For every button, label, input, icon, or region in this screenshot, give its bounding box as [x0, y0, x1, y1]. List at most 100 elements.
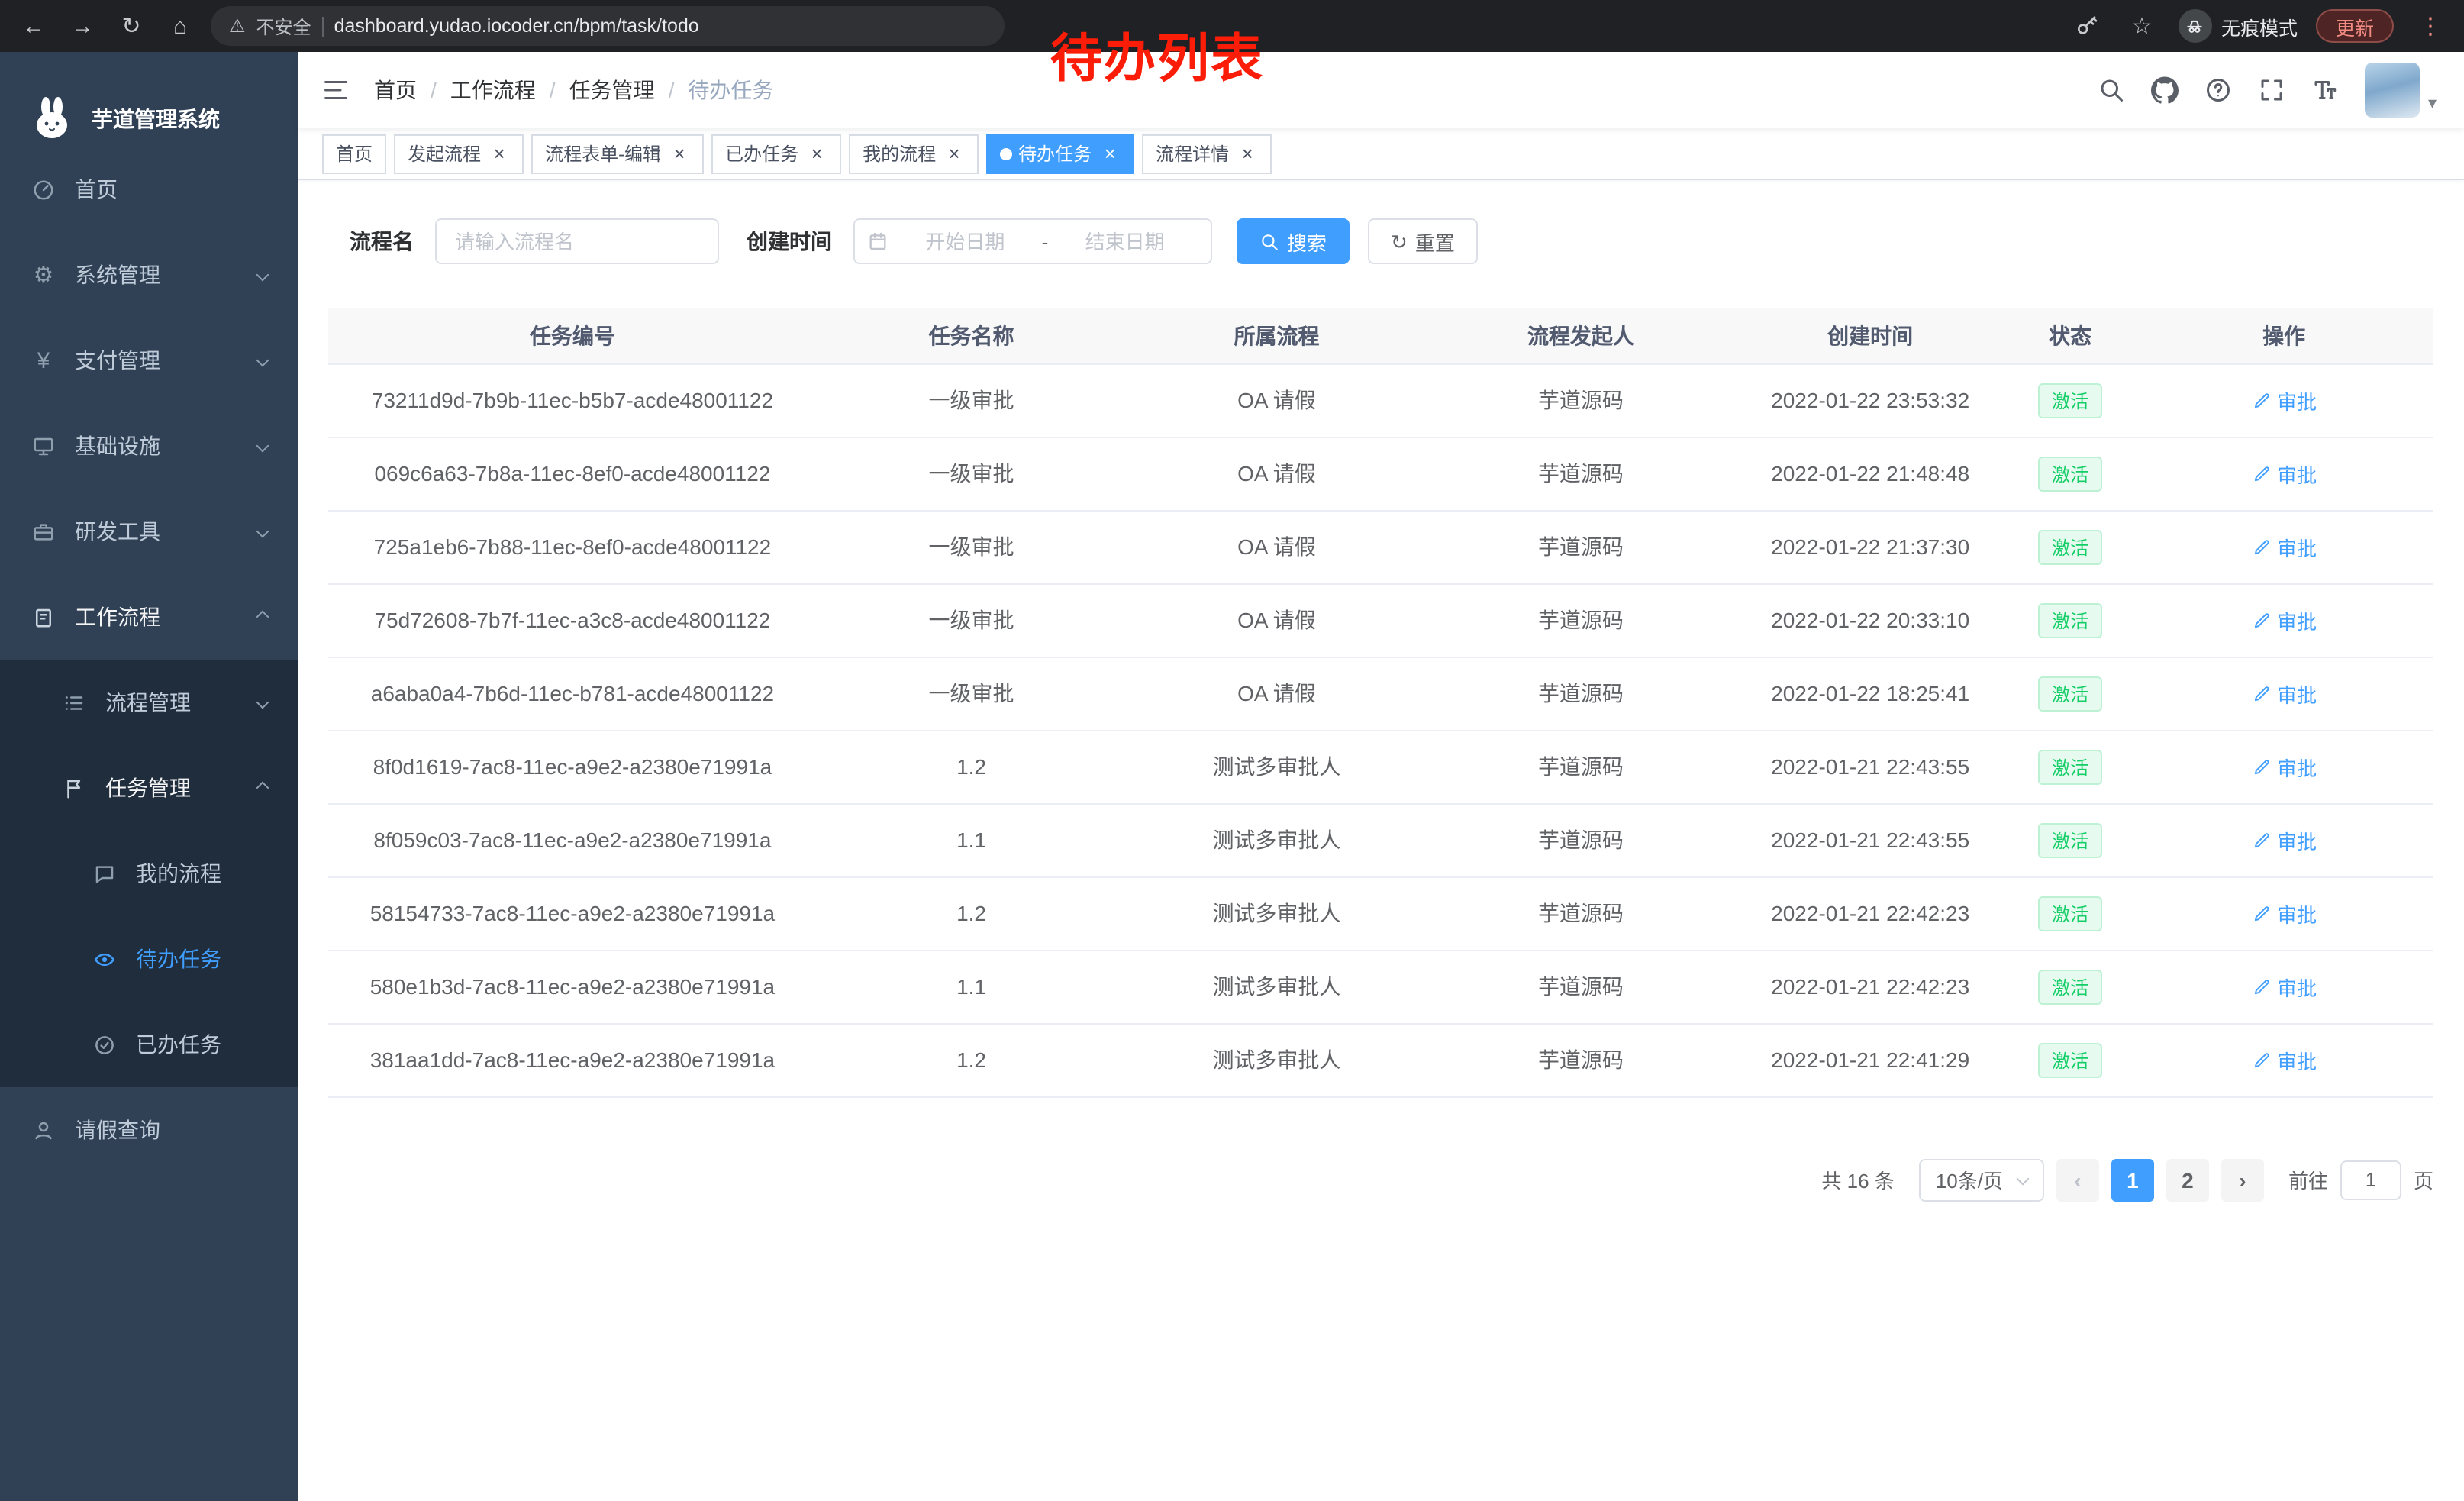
cell-process: 测试多审批人 — [1126, 803, 1427, 876]
close-icon[interactable]: × — [1237, 143, 1258, 164]
search-icon[interactable] — [2098, 76, 2126, 104]
sidebar-item[interactable]: 请假查询 — [0, 1087, 298, 1173]
cell-task-name: 1.1 — [817, 803, 1126, 876]
status-badge: 激活 — [2038, 456, 2102, 491]
gear-icon: ⚙ — [31, 263, 56, 286]
sidebar-item[interactable]: 我的流程 — [0, 831, 298, 916]
search-icon — [1259, 231, 1279, 251]
sidebar-item[interactable]: 基础设施 — [0, 403, 298, 489]
avatar[interactable] — [2366, 63, 2420, 118]
process-name-input[interactable] — [435, 218, 719, 264]
start-date-input[interactable] — [892, 230, 1039, 253]
cell-task-id: a6aba0a4-7b6d-11ec-b781-acde48001122 — [328, 657, 817, 730]
app-logo[interactable]: 芋道管理系统 — [0, 52, 298, 147]
next-page-button[interactable]: › — [2221, 1158, 2264, 1201]
browser-nav: ← → ↻ ⌂ — [15, 8, 198, 44]
status-badge: 激活 — [2038, 1042, 2102, 1077]
cell-created: 2022-01-21 22:42:23 — [1734, 950, 2006, 1023]
edit-icon — [2251, 830, 2271, 850]
url-text: dashboard.yudao.iocoder.cn/bpm/task/todo — [334, 15, 699, 37]
sidebar-item[interactable]: ⚙ 系统管理 — [0, 232, 298, 318]
sidebar-item[interactable]: ¥ 支付管理 — [0, 318, 298, 403]
key-icon[interactable] — [2069, 8, 2105, 44]
close-icon[interactable]: × — [943, 143, 965, 164]
close-icon[interactable]: × — [669, 143, 690, 164]
cell-task-id: 580e1b3d-7ac8-11ec-a9e2-a2380e71991a — [328, 950, 817, 1023]
tab[interactable]: 首页 × — [322, 134, 386, 173]
approve-link[interactable]: 审批 — [2251, 679, 2317, 708]
tab[interactable]: 流程详情 × — [1142, 134, 1272, 173]
date-range-picker[interactable]: - — [853, 218, 1212, 264]
close-icon[interactable]: × — [489, 143, 510, 164]
close-icon[interactable]: × — [1099, 143, 1121, 164]
browser-toolbar-right: ☆ 无痕模式 更新 ⋮ — [2069, 8, 2449, 44]
sidebar-item[interactable]: 首页 — [0, 147, 298, 232]
reload-icon[interactable]: ↻ — [113, 8, 150, 44]
back-icon[interactable]: ← — [15, 8, 52, 44]
approve-link[interactable]: 审批 — [2251, 386, 2317, 415]
cell-created: 2022-01-22 21:48:48 — [1734, 437, 2006, 510]
column-header: 创建时间 — [1734, 308, 2006, 363]
fullscreen-icon[interactable] — [2259, 76, 2286, 104]
end-date-input[interactable] — [1051, 230, 1198, 253]
column-header: 操作 — [2134, 308, 2433, 363]
breadcrumb-item[interactable]: / 首页 — [374, 75, 417, 105]
tab[interactable]: 发起流程 × — [394, 134, 524, 173]
tab[interactable]: 流程表单-编辑 × — [531, 134, 704, 173]
sidebar-item[interactable]: 任务管理 — [0, 745, 298, 831]
sidebar-item[interactable]: 研发工具 — [0, 489, 298, 574]
sidebar-item[interactable]: 流程管理 — [0, 660, 298, 745]
edit-icon — [2251, 390, 2271, 410]
approve-link[interactable]: 审批 — [2251, 972, 2317, 1001]
incognito-icon — [2179, 9, 2212, 43]
user-icon — [31, 1118, 56, 1141]
search-button[interactable]: 搜索 — [1237, 218, 1350, 264]
cell-task-name: 一级审批 — [817, 437, 1126, 510]
approve-link[interactable]: 审批 — [2251, 1045, 2317, 1074]
tab[interactable]: 我的流程 × — [849, 134, 979, 173]
table-row: 069c6a63-7b8a-11ec-8ef0-acde48001122 一级审… — [328, 437, 2433, 510]
page-size-select[interactable]: 10条/页 — [1919, 1158, 2044, 1201]
breadcrumb-separator: / — [550, 78, 556, 102]
overflow-menu-icon[interactable]: ⋮ — [2412, 8, 2449, 44]
edit-icon — [2251, 610, 2271, 630]
cell-process: 测试多审批人 — [1126, 876, 1427, 950]
sidebar-item[interactable]: 工作流程 — [0, 574, 298, 660]
approve-link[interactable]: 审批 — [2251, 825, 2317, 854]
approve-link[interactable]: 审批 — [2251, 605, 2317, 634]
help-icon[interactable] — [2205, 76, 2233, 104]
app-title: 芋道管理系统 — [92, 104, 220, 134]
sidebar-item[interactable]: 已办任务 — [0, 1002, 298, 1087]
tab[interactable]: 待办任务 × — [986, 134, 1134, 173]
pagination: 共 16 条 10条/页 ‹ 1 2 › 前往 页 — [328, 1158, 2433, 1201]
update-button[interactable]: 更新 — [2316, 9, 2394, 43]
reset-button[interactable]: ↻ 重置 — [1368, 218, 1478, 264]
approve-link[interactable]: 审批 — [2251, 899, 2317, 928]
edit-icon — [2251, 1050, 2271, 1070]
cell-initiator: 芋道源码 — [1427, 363, 1735, 437]
cell-initiator: 芋道源码 — [1427, 583, 1735, 657]
approve-link[interactable]: 审批 — [2251, 459, 2317, 488]
approve-link[interactable]: 审批 — [2251, 532, 2317, 561]
approve-link[interactable]: 审批 — [2251, 752, 2317, 781]
prev-page-button[interactable]: ‹ — [2056, 1158, 2099, 1201]
star-icon[interactable]: ☆ — [2124, 8, 2160, 44]
tab[interactable]: 已办任务 × — [711, 134, 841, 173]
breadcrumb-item[interactable]: / 工作流程 — [417, 75, 536, 105]
address-bar[interactable]: ⚠ 不安全 dashboard.yudao.iocoder.cn/bpm/tas… — [211, 6, 1005, 46]
close-icon[interactable]: × — [806, 143, 827, 164]
goto-page-input[interactable] — [2340, 1160, 2401, 1199]
page-1-button[interactable]: 1 — [2111, 1158, 2154, 1201]
sidebar-item[interactable]: 待办任务 — [0, 916, 298, 1002]
font-size-icon[interactable] — [2312, 76, 2340, 104]
github-icon[interactable] — [2152, 76, 2179, 104]
status-badge: 激活 — [2038, 676, 2102, 711]
home-icon[interactable]: ⌂ — [162, 8, 198, 44]
hamburger-icon[interactable] — [298, 76, 374, 104]
forward-icon[interactable]: → — [64, 8, 101, 44]
breadcrumb-item[interactable]: / 待办任务 — [655, 75, 774, 105]
page-2-button[interactable]: 2 — [2166, 1158, 2209, 1201]
cell-initiator: 芋道源码 — [1427, 950, 1735, 1023]
user-avatar[interactable]: ▾ — [2366, 63, 2437, 118]
breadcrumb-item[interactable]: / 任务管理 — [536, 75, 655, 105]
